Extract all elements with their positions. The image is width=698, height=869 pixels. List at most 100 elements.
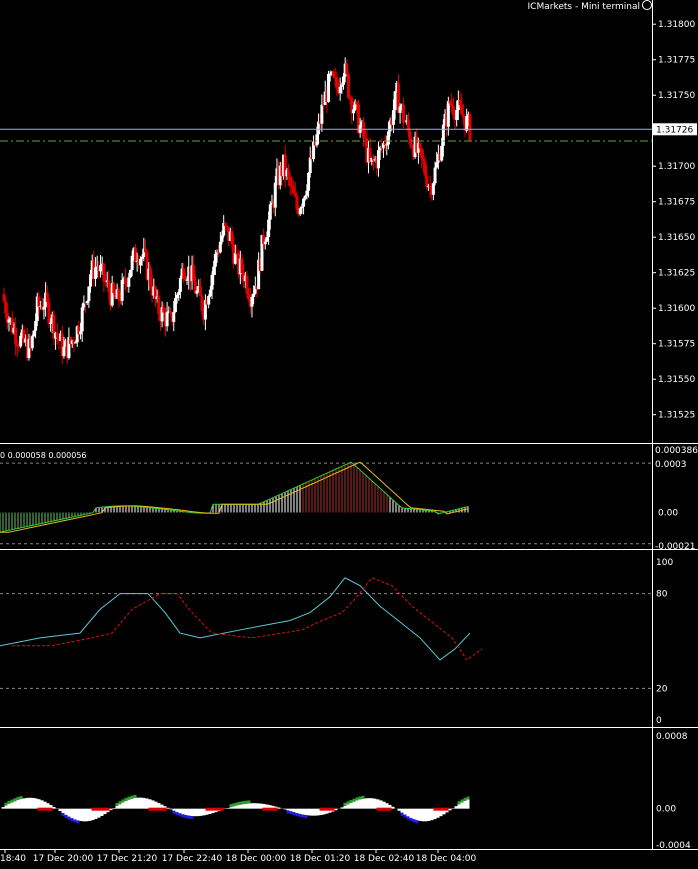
candle-body <box>265 236 269 242</box>
candle-body <box>210 274 214 290</box>
candle-body <box>240 258 244 274</box>
candle-body <box>293 193 297 197</box>
candle-body <box>305 190 309 196</box>
candle-body <box>421 158 425 162</box>
ind3-red-marker <box>385 807 389 811</box>
ind3-red-marker <box>220 807 224 811</box>
candle-body <box>32 330 36 337</box>
ind3-marker <box>181 814 185 818</box>
ind3-marker <box>400 812 404 816</box>
candle-body <box>355 101 359 105</box>
candle-body <box>233 253 237 264</box>
candle-body <box>245 275 249 294</box>
candle-body <box>225 226 229 228</box>
candle-body <box>338 86 342 94</box>
time-axis-label: 17 Dec 22:40 <box>162 854 223 864</box>
candle-body <box>263 241 267 245</box>
candle-body <box>80 307 84 332</box>
candle-body <box>212 266 216 275</box>
ind3-axis-label: 0.0008 <box>656 732 688 742</box>
ind3-marker <box>358 796 362 800</box>
candle-body <box>162 307 166 313</box>
ind3-marker <box>70 818 74 822</box>
candle-body <box>123 278 127 284</box>
ind3-marker <box>229 804 233 808</box>
candle-body <box>347 74 351 98</box>
candle-body <box>177 291 181 295</box>
ind3-marker <box>184 815 188 819</box>
ind3-red-marker <box>265 807 269 811</box>
candle-body <box>17 346 21 348</box>
candle-body <box>30 336 34 349</box>
candle-body <box>157 296 161 315</box>
candle-body <box>393 91 397 111</box>
ind3-marker <box>16 797 20 801</box>
candle-body <box>461 114 465 118</box>
time-axis-label: 18 Dec 04:00 <box>416 854 477 864</box>
candle-body <box>335 77 339 89</box>
candle-body <box>165 312 169 327</box>
ind3-red-marker <box>94 807 98 811</box>
chart-canvas[interactable]: 1.31800 1.31775 1.31750 1.31700 1.31675 1.316… <box>0 0 698 869</box>
stoch-axis-label: 0 <box>656 716 662 726</box>
ind3-red-marker <box>37 807 41 811</box>
candle-body <box>62 346 66 357</box>
candle-body <box>74 342 78 344</box>
candle-body <box>168 311 172 313</box>
candle-body <box>320 104 324 124</box>
stoch-axis-label: 80 <box>656 590 668 600</box>
candle-body <box>386 131 390 145</box>
ind3-marker <box>7 801 11 805</box>
ind3-marker <box>118 801 122 805</box>
ind3-red-marker <box>154 807 158 811</box>
candle-body <box>172 312 176 322</box>
candle-body <box>218 241 222 253</box>
candle-body <box>195 290 199 294</box>
ind3-marker <box>232 803 236 807</box>
ind3-red-marker <box>103 807 107 811</box>
macd-axis-bottom: -0.00021 <box>655 542 695 552</box>
ind3-red-marker <box>160 807 164 811</box>
price-axis-label: 1.31675 <box>658 198 695 208</box>
ind3-red-marker <box>91 807 95 811</box>
ind3-marker <box>409 817 413 821</box>
macd-axis-upper: 0.0003 <box>655 460 687 470</box>
candle-body <box>230 231 234 245</box>
candle-body <box>303 195 307 199</box>
candle-body <box>2 294 6 302</box>
candle-body <box>143 248 147 253</box>
candle-body <box>440 145 444 161</box>
candle-body <box>47 301 51 324</box>
ind3-marker <box>127 796 131 800</box>
ind3-marker <box>67 816 71 820</box>
ind3-marker <box>241 801 245 805</box>
ind3-marker <box>295 813 299 817</box>
time-axis-label: 18:40 <box>0 854 26 864</box>
candle-body <box>300 206 304 209</box>
candle-body <box>4 301 8 313</box>
candle-body <box>385 144 389 146</box>
ind3-red-marker <box>322 807 326 811</box>
ind3-marker <box>463 797 467 801</box>
candle-body <box>14 327 18 345</box>
candle-body <box>55 332 59 338</box>
ind3-red-marker <box>217 807 221 811</box>
candle-body <box>19 335 23 347</box>
ind3-red-marker <box>328 807 332 811</box>
candle-body <box>117 289 121 301</box>
ind3-red-marker <box>436 807 440 811</box>
ind3-red-marker <box>376 807 380 811</box>
ind3-marker <box>235 802 239 806</box>
ind3-marker <box>343 802 347 806</box>
candle-body <box>460 105 464 115</box>
candle-body <box>148 268 152 286</box>
candle-body <box>273 182 277 208</box>
candle-body <box>133 248 137 263</box>
ind3-red-marker <box>442 807 446 811</box>
candle-body <box>342 76 346 85</box>
ind3-red-marker <box>148 807 152 811</box>
candle-body <box>208 289 212 297</box>
candle-body <box>138 258 142 266</box>
ind3-red-marker <box>268 807 272 811</box>
ind3-red-marker <box>46 807 50 811</box>
